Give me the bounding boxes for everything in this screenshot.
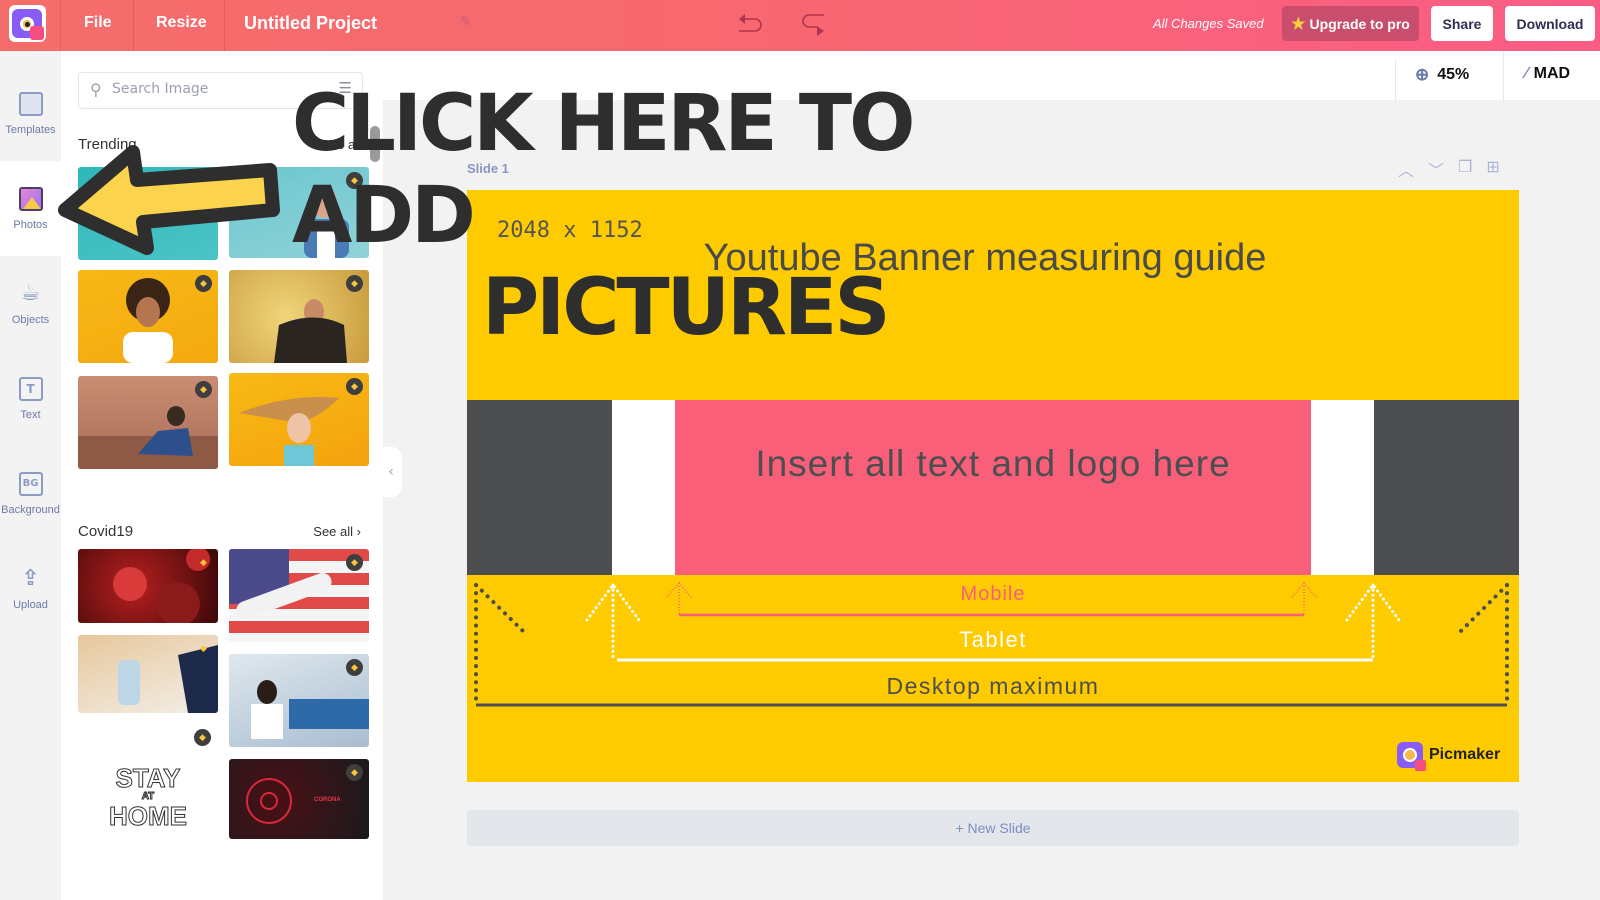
photos-icon (18, 186, 43, 211)
zoom-value: 45% (1437, 66, 1470, 83)
resize-button[interactable]: Resize (156, 14, 207, 32)
image-thumb[interactable]: ◆ (78, 549, 218, 623)
picmaker-logo-icon[interactable] (9, 5, 46, 42)
section-title-covid19: Covid19 (78, 523, 134, 540)
redo-icon[interactable] (798, 10, 828, 38)
image-thumb[interactable]: ◆ (229, 549, 369, 642)
save-status: All Changes Saved (1153, 16, 1264, 31)
stay-home-art: STAY (115, 763, 181, 793)
stay-home-art: HOME (109, 801, 188, 831)
rail-label: Text (20, 408, 41, 421)
tool-rail: Templates Photos ☕ Objects T Text BG Bac… (0, 51, 61, 900)
premium-gem-icon: ◆ (200, 643, 207, 654)
zoom-control[interactable]: ⊕ 45% (1415, 65, 1469, 85)
rail-label: Templates (5, 123, 56, 136)
download-button[interactable]: Download (1505, 6, 1595, 41)
star-icon: ★ (1291, 15, 1306, 33)
see-all-covid19-link[interactable]: See all › (313, 524, 361, 539)
image-thumb[interactable]: ◆ (78, 376, 218, 469)
picmaker-watermark[interactable]: Picmaker (1397, 742, 1501, 771)
image-thumb[interactable]: ◆ (229, 654, 369, 747)
image-thumb[interactable]: CORONA ◆ (229, 759, 369, 839)
undo-icon[interactable] (735, 10, 765, 38)
background-icon: BG (18, 471, 43, 496)
slide-tools: ︿ ﹀ ❐ ⊞ (1398, 157, 1500, 181)
desktop-margin-right (1374, 400, 1519, 575)
collapse-panel-button[interactable]: ‹ (380, 447, 402, 497)
premium-gem-icon: ◆ (346, 378, 363, 395)
zoom-in-icon: ⊕ (1415, 65, 1430, 84)
upgrade-button[interactable]: ★ Upgrade to pro (1282, 6, 1419, 41)
premium-gem-icon: ◆ (195, 275, 212, 292)
premium-gem-icon: ◆ (346, 554, 363, 571)
annotation-line-2: PICTURES (482, 263, 891, 353)
top-bar: File Resize Untitled Project ✎ All Chang… (0, 0, 1600, 51)
chevron-down-icon[interactable]: ﹀ (1428, 157, 1444, 181)
desktop-margin-left (467, 400, 612, 575)
see-all-label: See all (313, 524, 354, 539)
image-thumb[interactable]: ◆ (78, 270, 218, 363)
rail-item-upload[interactable]: ⇪ Upload (0, 541, 61, 636)
rail-label: Upload (13, 598, 48, 611)
premium-gem-icon: ◆ (346, 764, 363, 781)
tablet-margin-right (1311, 400, 1374, 575)
desktop-label[interactable]: Desktop maximum (467, 673, 1519, 700)
picmaker-logo-icon (1397, 742, 1426, 771)
rail-item-templates[interactable]: Templates (0, 66, 61, 161)
pencil-icon[interactable]: ✎ (460, 14, 472, 30)
rail-item-background[interactable]: BG Background (0, 446, 61, 541)
rail-item-photos[interactable]: Photos (0, 161, 61, 256)
divider (133, 0, 134, 51)
premium-gem-icon: ◆ (194, 729, 211, 746)
magic-label: MAD (1533, 65, 1571, 82)
chevron-up-icon[interactable]: ︿ (1398, 157, 1414, 181)
search-icon: ⚲ (90, 80, 102, 99)
rail-item-text[interactable]: T Text (0, 351, 61, 446)
new-slide-button[interactable]: + New Slide (467, 810, 1519, 846)
premium-gem-icon: ◆ (200, 557, 207, 568)
rail-label: Photos (13, 218, 48, 231)
mobile-label[interactable]: Mobile (467, 583, 1519, 606)
premium-gem-icon: ◆ (346, 659, 363, 676)
rail-item-objects[interactable]: ☕ Objects (0, 256, 61, 351)
premium-gem-icon: ◆ (195, 381, 212, 398)
magic-wand-icon: ⁄ (1525, 65, 1528, 82)
text-icon: T (18, 376, 43, 401)
magic-button[interactable]: ⁄ MAD (1525, 65, 1570, 83)
divider (60, 0, 61, 51)
upgrade-label: Upgrade to pro (1309, 15, 1410, 32)
arrow-left-icon (58, 145, 280, 255)
safe-area-band: Insert all text and logo here (467, 400, 1519, 575)
divider (1503, 51, 1504, 100)
rail-label: Objects (11, 313, 50, 326)
project-title[interactable]: Untitled Project (244, 13, 377, 34)
safe-area-text[interactable]: Insert all text and logo here (675, 438, 1311, 489)
svg-text:CORONA: CORONA (314, 797, 341, 803)
cup-icon: ☕ (20, 281, 41, 306)
brand-name: Picmaker (1429, 746, 1501, 763)
image-thumb[interactable]: STAY AT HOME (78, 752, 218, 842)
image-thumb[interactable]: ◆ (78, 635, 218, 713)
search-input[interactable] (112, 81, 312, 97)
divider (1395, 59, 1396, 101)
chevron-right-icon: › (356, 524, 361, 539)
duplicate-icon[interactable]: ❐ (1458, 157, 1472, 181)
tablet-margin-left (612, 400, 675, 575)
add-slide-icon[interactable]: ⊞ (1486, 157, 1499, 181)
tablet-label[interactable]: Tablet (467, 627, 1519, 653)
share-button[interactable]: Share (1431, 6, 1493, 41)
upload-icon: ⇪ (21, 566, 40, 591)
chevron-left-icon: ‹ (388, 464, 394, 480)
annotation-text: CLICK HERE TO ADD PICTURES (292, 78, 1052, 354)
rail-label: Background (1, 503, 60, 516)
annotation-line-1: CLICK HERE TO ADD (292, 79, 915, 261)
divider (224, 0, 225, 51)
image-thumb[interactable]: ◆ (229, 373, 369, 466)
file-menu-button[interactable]: File (84, 14, 112, 32)
templates-icon (18, 91, 43, 116)
